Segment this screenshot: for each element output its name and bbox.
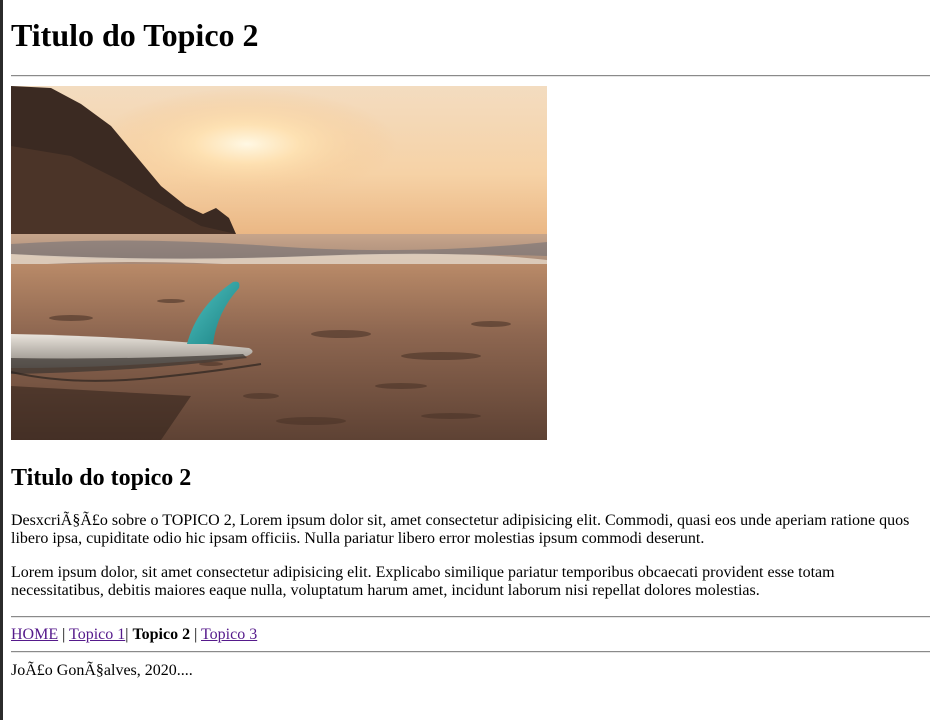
nav-link-topico-3[interactable]: Topico 3 xyxy=(201,626,257,643)
nav-current-topico-2: Topico 2 xyxy=(132,626,190,643)
article-paragraph-1: DesxcriÃ§Ã£o sobre o TOPICO 2, Lorem ips… xyxy=(11,512,926,548)
horizontal-rule-top xyxy=(11,75,930,77)
footer-credits: JoÃ£o GonÃ§alves, 2020.... xyxy=(11,661,193,681)
nav-link-topico-1[interactable]: Topico 1 xyxy=(69,626,125,643)
topic-navigation: HOME | Topico 1| Topico 2 | Topico 3 xyxy=(11,625,257,645)
nav-separator: | xyxy=(190,626,201,643)
window-left-edge xyxy=(0,0,3,720)
horizontal-rule-nav-top xyxy=(11,616,930,618)
nav-link-home[interactable]: HOME xyxy=(11,626,58,643)
hero-image xyxy=(11,86,547,440)
page-title: Titulo do Topico 2 xyxy=(11,16,259,54)
article-paragraph-2: Lorem ipsum dolor, sit amet consectetur … xyxy=(11,564,926,600)
article-heading: Titulo do topico 2 xyxy=(11,463,191,493)
nav-separator: | xyxy=(58,626,69,643)
horizontal-rule-nav-bottom xyxy=(11,651,930,653)
